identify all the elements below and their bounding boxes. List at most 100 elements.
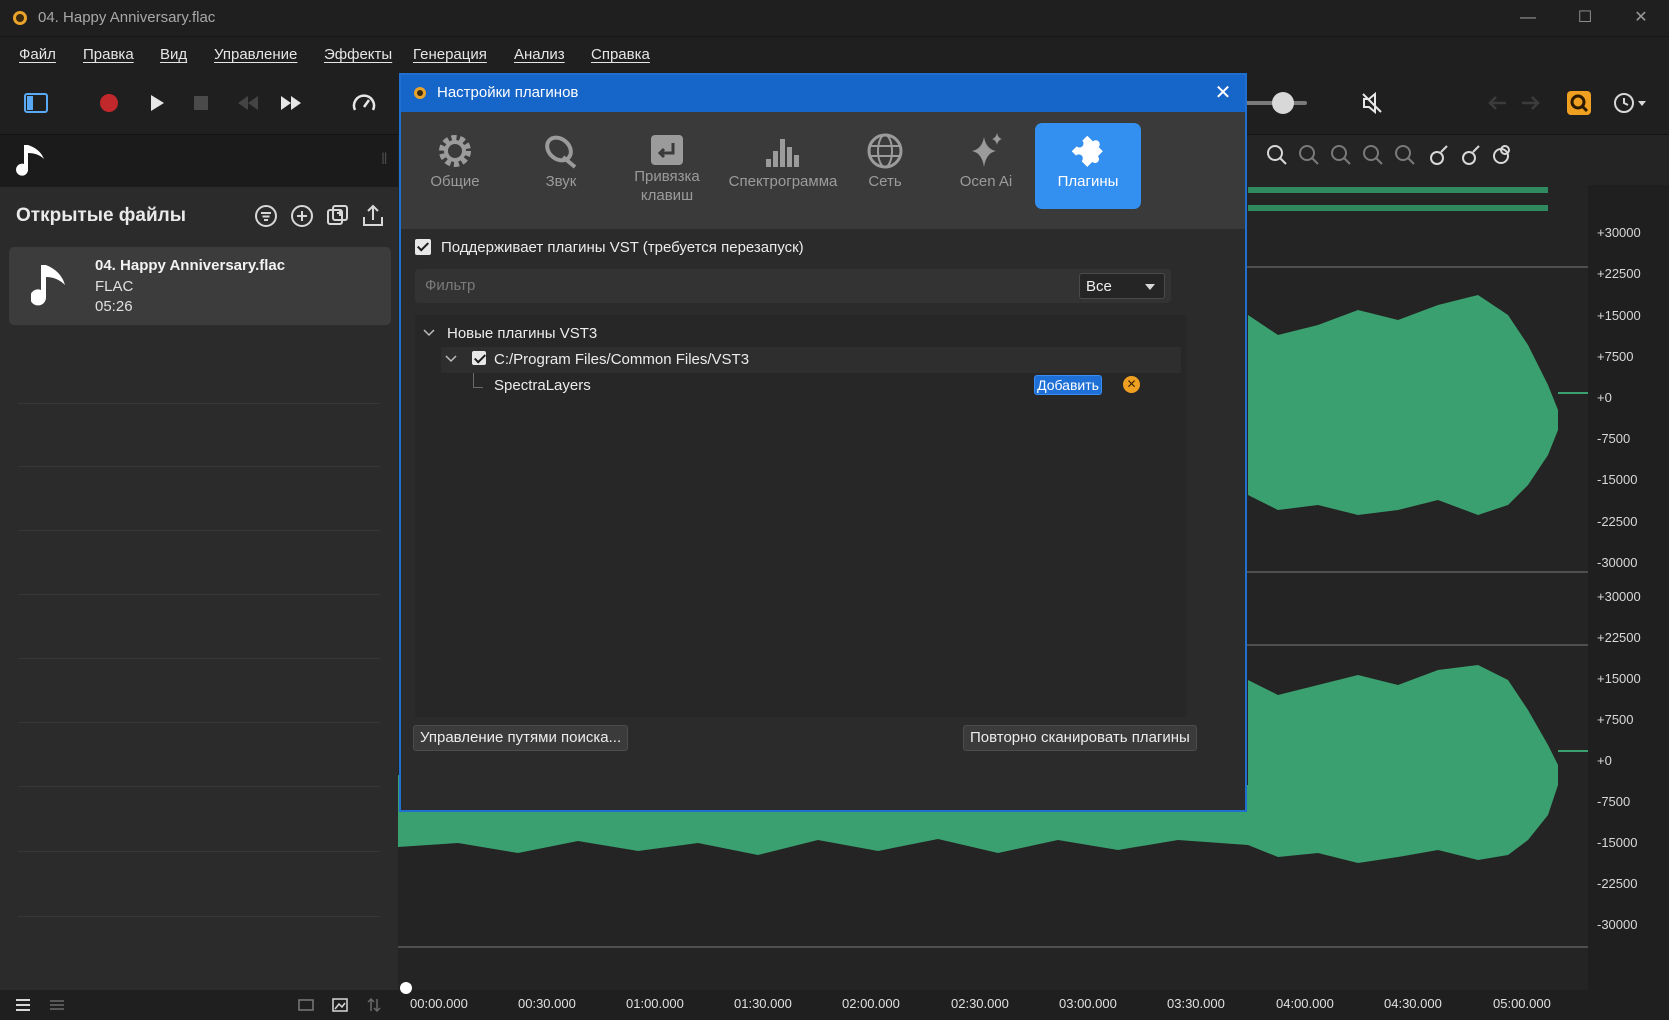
globe-icon xyxy=(867,133,903,169)
timeline-label: 00:30.000 xyxy=(518,996,576,1011)
tab-general[interactable]: Общие xyxy=(407,123,503,209)
gear-icon xyxy=(439,135,471,167)
timeline-label: 01:00.000 xyxy=(626,996,684,1011)
open-files-header: Открытые файлы xyxy=(16,205,186,226)
record-icon[interactable] xyxy=(99,93,119,113)
dialog-title-bar: Настройки плагинов ✕ xyxy=(401,75,1245,112)
menu-file[interactable]: Файл xyxy=(19,46,56,63)
minimize-button[interactable]: — xyxy=(1516,7,1540,29)
tab-ocen-ai[interactable]: Ocen Ai xyxy=(938,123,1034,209)
tab-spectrogram[interactable]: Спектрограмма xyxy=(719,123,847,209)
add-file-icon[interactable] xyxy=(289,203,315,229)
speaker-muted-icon[interactable] xyxy=(1360,91,1384,115)
open-file-card[interactable]: 04. Happy Anniversary.flac FLAC 05:26 xyxy=(9,247,391,325)
tab-label: Звук xyxy=(545,173,577,190)
ruler-label: +30000 xyxy=(1597,589,1641,604)
path-checkbox[interactable] xyxy=(472,351,486,365)
timeline-label: 04:00.000 xyxy=(1276,996,1334,1011)
vst-support-checkbox[interactable] xyxy=(415,239,431,255)
duplicate-icon[interactable] xyxy=(325,203,351,229)
music-note-icon[interactable] xyxy=(16,141,48,179)
rescan-plugins-button[interactable]: Повторно сканировать плагины xyxy=(963,725,1197,751)
fit-icon[interactable] xyxy=(298,997,314,1013)
search-highlight-icon[interactable] xyxy=(1566,90,1592,116)
close-window-button[interactable]: ✕ xyxy=(1629,7,1653,29)
rewind-icon[interactable] xyxy=(236,95,260,111)
menu-bar: Файл Правка Вид Управление Эффекты Генер… xyxy=(0,37,1669,73)
ruler-label: -15000 xyxy=(1597,835,1638,850)
menu-control[interactable]: Управление xyxy=(214,46,297,63)
vst-support-label: Поддерживает плагины VST (требуется пере… xyxy=(441,239,804,256)
speed-gauge-icon[interactable] xyxy=(352,92,376,114)
maximize-button[interactable]: ☐ xyxy=(1573,7,1597,29)
spectrogram-icon xyxy=(766,139,799,167)
list-divider xyxy=(18,786,380,787)
ruler-label: +15000 xyxy=(1597,671,1641,686)
timeline-label: 00:00.000 xyxy=(410,996,468,1011)
menu-generate[interactable]: Генерация xyxy=(413,46,487,63)
filter-select[interactable]: Все xyxy=(1079,273,1165,299)
tree-connector xyxy=(473,387,483,388)
speaker-icon xyxy=(545,135,577,169)
panel-resize-grip-icon[interactable]: ‖ xyxy=(381,151,388,169)
menu-analyze[interactable]: Анализ xyxy=(514,46,565,63)
ruler-label: +30000 xyxy=(1597,225,1641,240)
tab-network[interactable]: Сеть xyxy=(837,123,933,209)
filter-list-icon[interactable] xyxy=(253,203,279,229)
amplitude-ruler xyxy=(1588,185,1669,990)
play-icon[interactable] xyxy=(148,93,166,113)
list-divider xyxy=(18,466,380,467)
undo-icon[interactable] xyxy=(1488,95,1508,111)
fast-forward-icon[interactable] xyxy=(279,95,303,111)
volume-slider-handle[interactable] xyxy=(1272,92,1294,114)
stop-icon[interactable] xyxy=(193,95,209,111)
app-logo-icon xyxy=(414,87,426,99)
file-duration: 05:26 xyxy=(95,298,133,315)
keyboard-enter-icon xyxy=(651,135,683,165)
window-title: 04. Happy Anniversary.flac xyxy=(38,9,216,26)
title-bar: 04. Happy Anniversary.flac — ☐ ✕ xyxy=(0,0,1669,37)
history-dropdown-icon[interactable] xyxy=(1612,91,1648,115)
ruler-label: -22500 xyxy=(1597,876,1638,891)
ruler-label: +22500 xyxy=(1597,630,1641,645)
list-view-icon[interactable] xyxy=(16,999,30,1011)
tab-sound[interactable]: Звук xyxy=(513,123,609,209)
timeline-label: 04:30.000 xyxy=(1384,996,1442,1011)
menu-edit[interactable]: Правка xyxy=(83,46,134,63)
plugin-name: SpectraLayers xyxy=(494,377,591,394)
remove-plugin-icon[interactable]: ✕ xyxy=(1123,376,1140,393)
music-note-icon xyxy=(31,265,65,306)
ruler-label: -22500 xyxy=(1597,514,1638,529)
sidebar-toggle-icon[interactable] xyxy=(24,92,48,114)
ruler-label: -30000 xyxy=(1597,917,1638,932)
menu-effects[interactable]: Эффекты xyxy=(324,46,392,63)
menu-help[interactable]: Справка xyxy=(591,46,650,63)
ruler-label: -15000 xyxy=(1597,472,1638,487)
tab-key-bindings[interactable]: Привязка клавиш xyxy=(619,123,715,209)
chevron-down-icon[interactable] xyxy=(423,328,435,338)
tree-group-label[interactable]: Новые плагины VST3 xyxy=(447,325,597,342)
file-name: 04. Happy Anniversary.flac xyxy=(95,257,286,274)
menu-view[interactable]: Вид xyxy=(160,46,187,63)
add-plugin-button[interactable]: Добавить xyxy=(1034,375,1102,395)
tab-label: Сеть xyxy=(868,173,902,190)
list-divider xyxy=(18,851,380,852)
manage-search-paths-button[interactable]: Управление путями поиска... xyxy=(413,725,629,751)
ruler-label: +15000 xyxy=(1597,308,1641,323)
tab-label: Ocen Ai xyxy=(959,173,1013,190)
compact-view-icon[interactable] xyxy=(50,999,64,1011)
filter-input[interactable]: Фильтр xyxy=(425,277,475,294)
dialog-close-button[interactable]: ✕ xyxy=(1211,81,1235,105)
playhead-marker[interactable] xyxy=(400,982,412,994)
tab-plugins[interactable]: Плагины xyxy=(1035,123,1141,209)
image-icon[interactable] xyxy=(332,997,348,1013)
chevron-down-icon[interactable] xyxy=(445,354,457,364)
export-icon[interactable] xyxy=(360,203,386,229)
sort-icon[interactable] xyxy=(366,997,382,1013)
timeline-label: 03:30.000 xyxy=(1167,996,1225,1011)
redo-icon[interactable] xyxy=(1520,95,1540,111)
list-divider xyxy=(18,403,380,404)
timeline-label: 01:30.000 xyxy=(734,996,792,1011)
timeline-label: 02:00.000 xyxy=(842,996,900,1011)
filter-select-value: Все xyxy=(1086,278,1112,295)
